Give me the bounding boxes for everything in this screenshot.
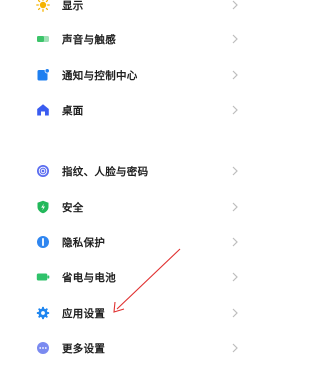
settings-item-app-settings[interactable]: 应用设置 xyxy=(0,296,268,330)
settings-item-sound[interactable]: 声音与触感 xyxy=(0,22,268,56)
speaker-icon xyxy=(36,32,50,46)
chevron-right-icon xyxy=(230,342,240,354)
notification-icon xyxy=(36,68,50,82)
chevron-right-icon xyxy=(230,104,240,116)
chevron-right-icon xyxy=(230,201,240,213)
chevron-right-icon xyxy=(230,69,240,81)
settings-item-label: 声音与触感 xyxy=(62,33,116,46)
settings-item-notifications[interactable]: 通知与控制中心 xyxy=(0,58,268,92)
settings-item-label: 更多设置 xyxy=(62,342,106,355)
shield-icon xyxy=(36,200,50,214)
home-icon xyxy=(36,103,50,117)
chevron-right-icon xyxy=(230,165,240,177)
chevron-right-icon xyxy=(230,236,240,248)
more-icon xyxy=(36,341,50,355)
chevron-right-icon xyxy=(230,33,240,45)
chevron-right-icon xyxy=(230,307,240,319)
settings-item-fingerprint[interactable]: 指纹、人脸与密码 xyxy=(0,154,268,188)
settings-item-label: 安全 xyxy=(62,201,84,214)
settings-item-label: 隐私保护 xyxy=(62,236,106,249)
settings-item-desktop[interactable]: 桌面 xyxy=(0,93,268,127)
sun-icon xyxy=(36,0,50,12)
settings-item-more[interactable]: 更多设置 xyxy=(0,331,268,365)
settings-item-label: 桌面 xyxy=(62,104,84,117)
settings-item-label: 应用设置 xyxy=(62,307,106,320)
settings-item-label: 指纹、人脸与密码 xyxy=(62,165,149,178)
gear-icon xyxy=(36,306,50,320)
settings-item-display[interactable]: 显示 xyxy=(0,0,268,22)
settings-item-privacy[interactable]: 隐私保护 xyxy=(0,225,268,259)
settings-item-battery[interactable]: 省电与电池 xyxy=(0,260,268,294)
settings-item-label: 通知与控制中心 xyxy=(62,69,138,82)
privacy-icon xyxy=(36,235,50,249)
chevron-right-icon xyxy=(230,0,240,11)
settings-item-label: 显示 xyxy=(62,0,84,12)
fingerprint-icon xyxy=(36,164,50,178)
settings-item-security[interactable]: 安全 xyxy=(0,190,268,224)
settings-item-label: 省电与电池 xyxy=(62,271,116,284)
chevron-right-icon xyxy=(230,271,240,283)
battery-icon xyxy=(36,270,50,284)
